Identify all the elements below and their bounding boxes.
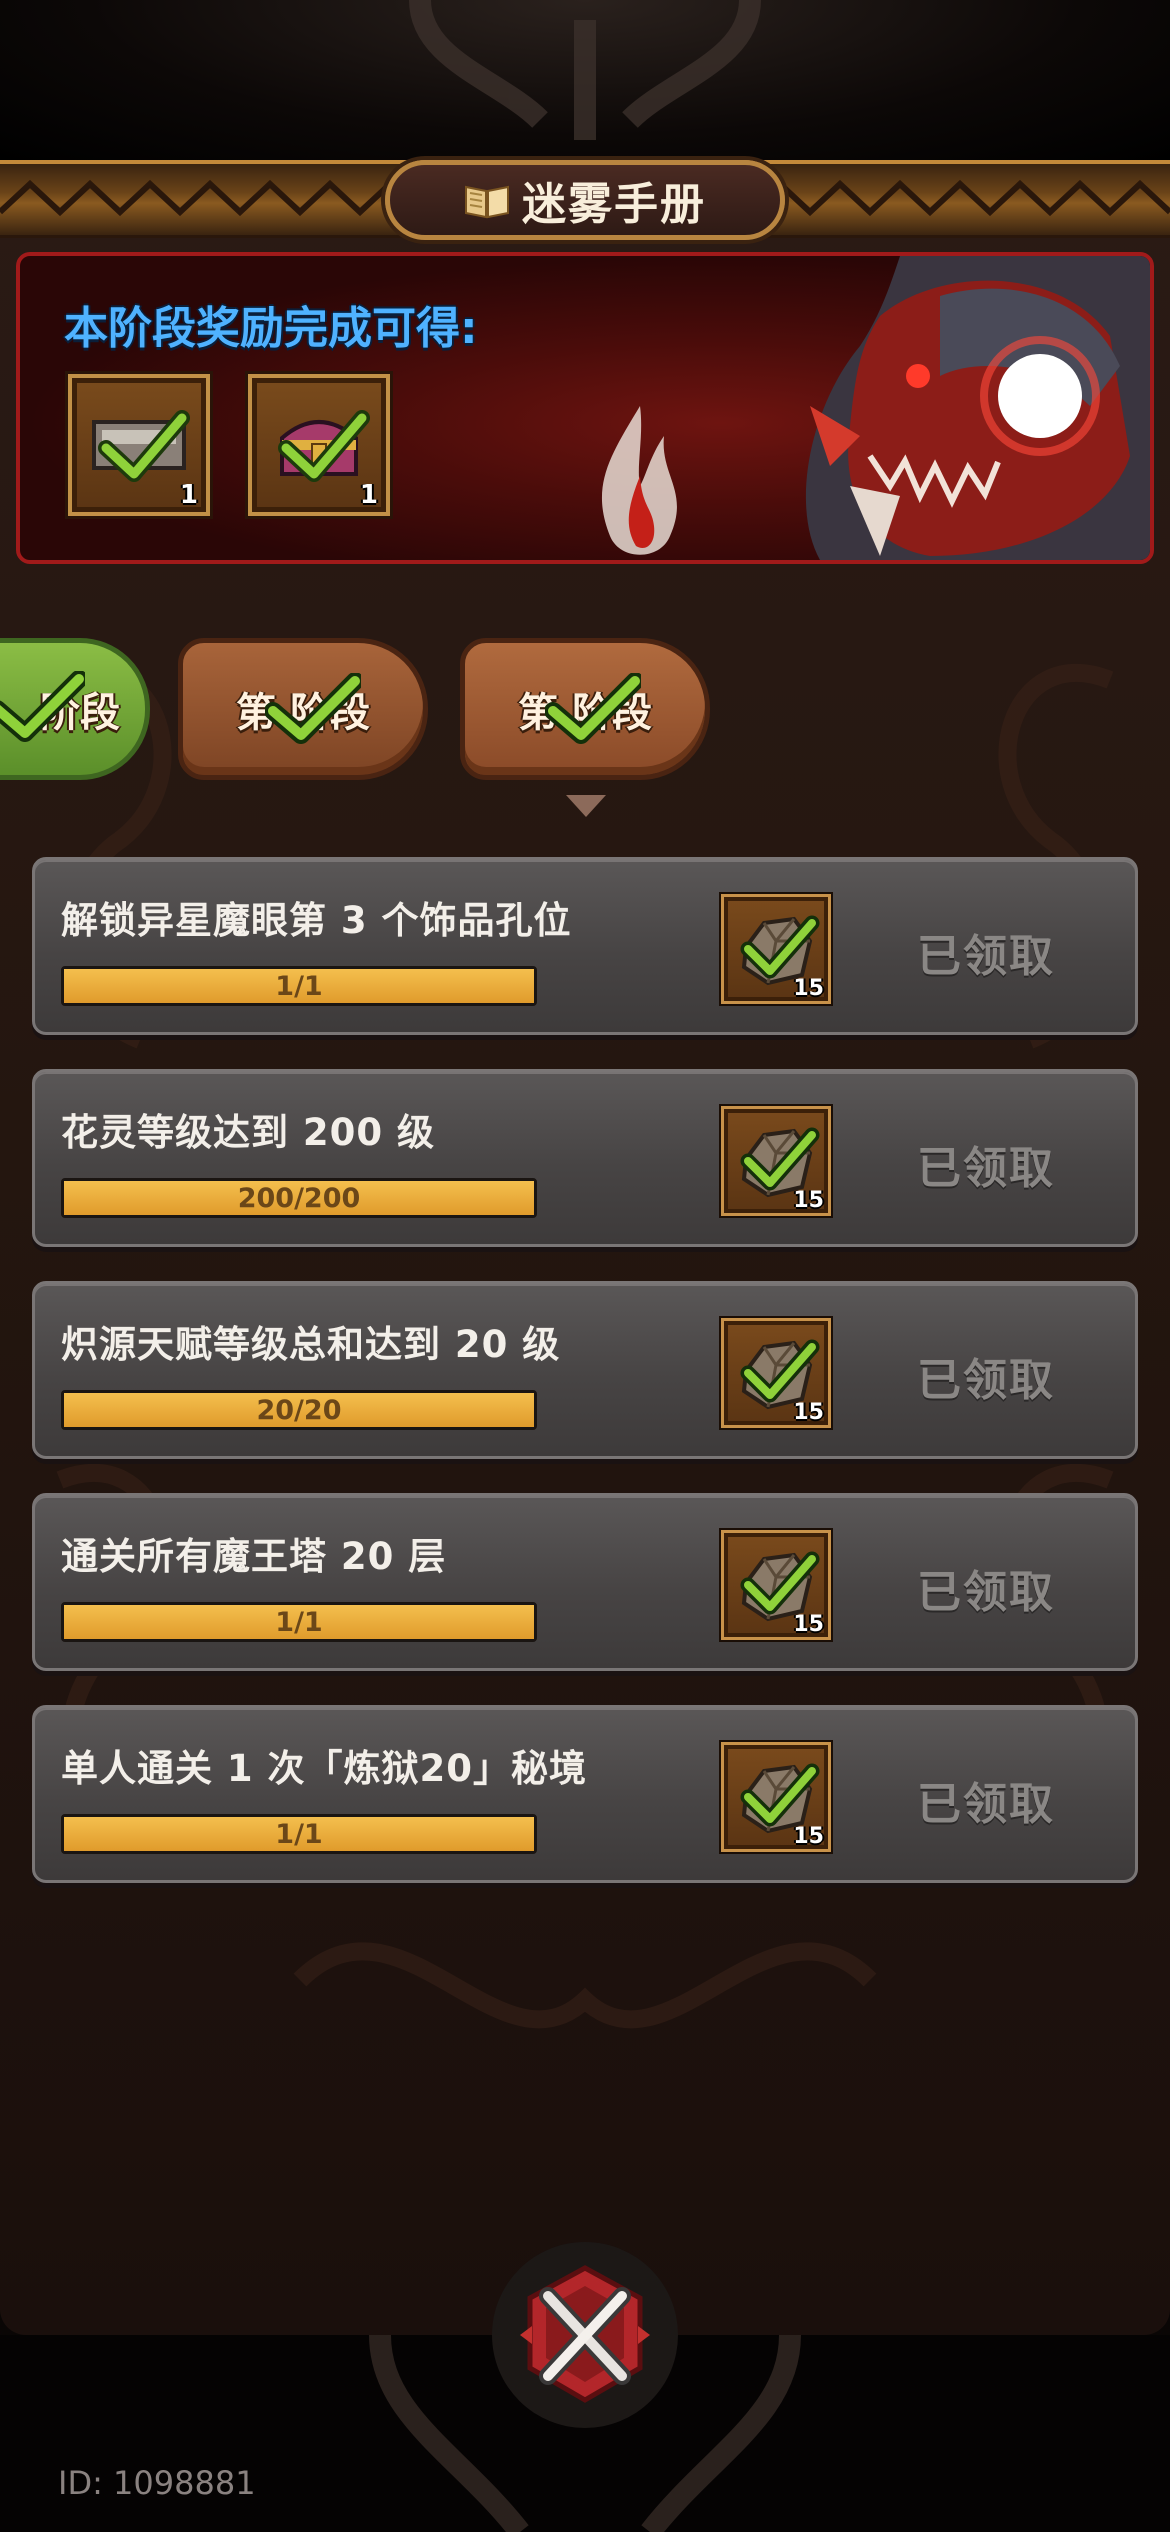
reward-item-slot[interactable]: 15 xyxy=(721,1318,831,1428)
progress-text: 1/1 xyxy=(275,1606,323,1638)
book-icon xyxy=(465,185,509,219)
reward-slot-1[interactable]: 1 xyxy=(68,374,210,516)
reward-count: 15 xyxy=(793,976,824,1001)
task-card: 通关所有魔王塔 20 层 1/1 15 已领取 xyxy=(32,1493,1138,1671)
reward-item-slot[interactable]: 15 xyxy=(721,1742,831,1852)
stage-reward-banner: 本阶段奖励完成可得: 1 1 xyxy=(16,252,1154,564)
progress-bar: 20/20 xyxy=(61,1390,537,1430)
reward-slot-2[interactable]: 1 xyxy=(248,374,390,516)
task-card: 花灵等级达到 200 级 200/200 15 已领取 xyxy=(32,1069,1138,1247)
claimed-status: 已领取 xyxy=(917,1355,1055,1406)
progress-text: 1/1 xyxy=(275,1818,323,1850)
task-title: 花灵等级达到 200 级 xyxy=(61,1111,435,1154)
task-title: 通关所有魔王塔 20 层 xyxy=(61,1535,447,1578)
reward-item-slot[interactable]: 15 xyxy=(721,1530,831,1640)
check-icon xyxy=(265,673,361,744)
claimed-status: 已领取 xyxy=(917,931,1055,982)
progress-text: 200/200 xyxy=(237,1182,361,1214)
header-title-plate: 迷雾手册 xyxy=(385,160,785,240)
claimed-status: 已领取 xyxy=(917,1779,1055,1830)
progress-bar: 200/200 xyxy=(61,1178,537,1218)
claimed-status: 已领取 xyxy=(917,1567,1055,1618)
task-title: 炽源天赋等级总和达到 20 级 xyxy=(61,1323,561,1366)
task-title: 解锁异星魔眼第 3 个饰品孔位 xyxy=(61,899,572,942)
tab-stage-3[interactable]: 第 阶段 xyxy=(460,638,710,780)
task-title: 单人通关 1 次「炼狱20」秘境 xyxy=(61,1747,587,1790)
page-title: 迷雾手册 xyxy=(522,179,706,230)
progress-text: 20/20 xyxy=(256,1394,342,1426)
top-background xyxy=(0,0,1170,160)
reward-count: 15 xyxy=(793,1188,824,1213)
demon-boss-portrait xyxy=(805,256,1150,560)
progress-bar: 1/1 xyxy=(61,1602,537,1642)
user-id: ID: 1098881 xyxy=(58,2464,256,2502)
check-icon xyxy=(545,673,641,744)
close-button[interactable] xyxy=(490,2240,680,2430)
reward-count: 1 xyxy=(359,480,378,510)
progress-text: 1/1 xyxy=(275,970,323,1002)
reward-count: 15 xyxy=(793,1612,824,1637)
task-card: 炽源天赋等级总和达到 20 级 20/20 15 已领取 xyxy=(32,1281,1138,1459)
tab-stage-2[interactable]: 第 阶段 xyxy=(178,638,428,780)
reward-count: 15 xyxy=(793,1400,824,1425)
claimed-status: 已领取 xyxy=(917,1143,1055,1194)
check-icon xyxy=(0,671,85,742)
ornament-top xyxy=(409,0,761,140)
task-card: 解锁异星魔眼第 3 个饰品孔位 1/1 15 已领取 xyxy=(32,857,1138,1035)
banner-title: 本阶段奖励完成可得: xyxy=(64,303,478,354)
selected-tab-indicator xyxy=(566,795,606,817)
tab-stage-1[interactable]: 阶段 xyxy=(0,638,150,780)
reward-item-slot[interactable]: 15 xyxy=(721,894,831,1004)
flame-icon xyxy=(601,406,677,555)
reward-count: 1 xyxy=(179,480,198,510)
task-card: 单人通关 1 次「炼狱20」秘境 1/1 15 已领取 xyxy=(32,1705,1138,1883)
progress-bar: 1/1 xyxy=(61,1814,537,1854)
reward-item-slot[interactable]: 15 xyxy=(721,1106,831,1216)
progress-bar: 1/1 xyxy=(61,966,537,1006)
reward-count: 15 xyxy=(793,1824,824,1849)
